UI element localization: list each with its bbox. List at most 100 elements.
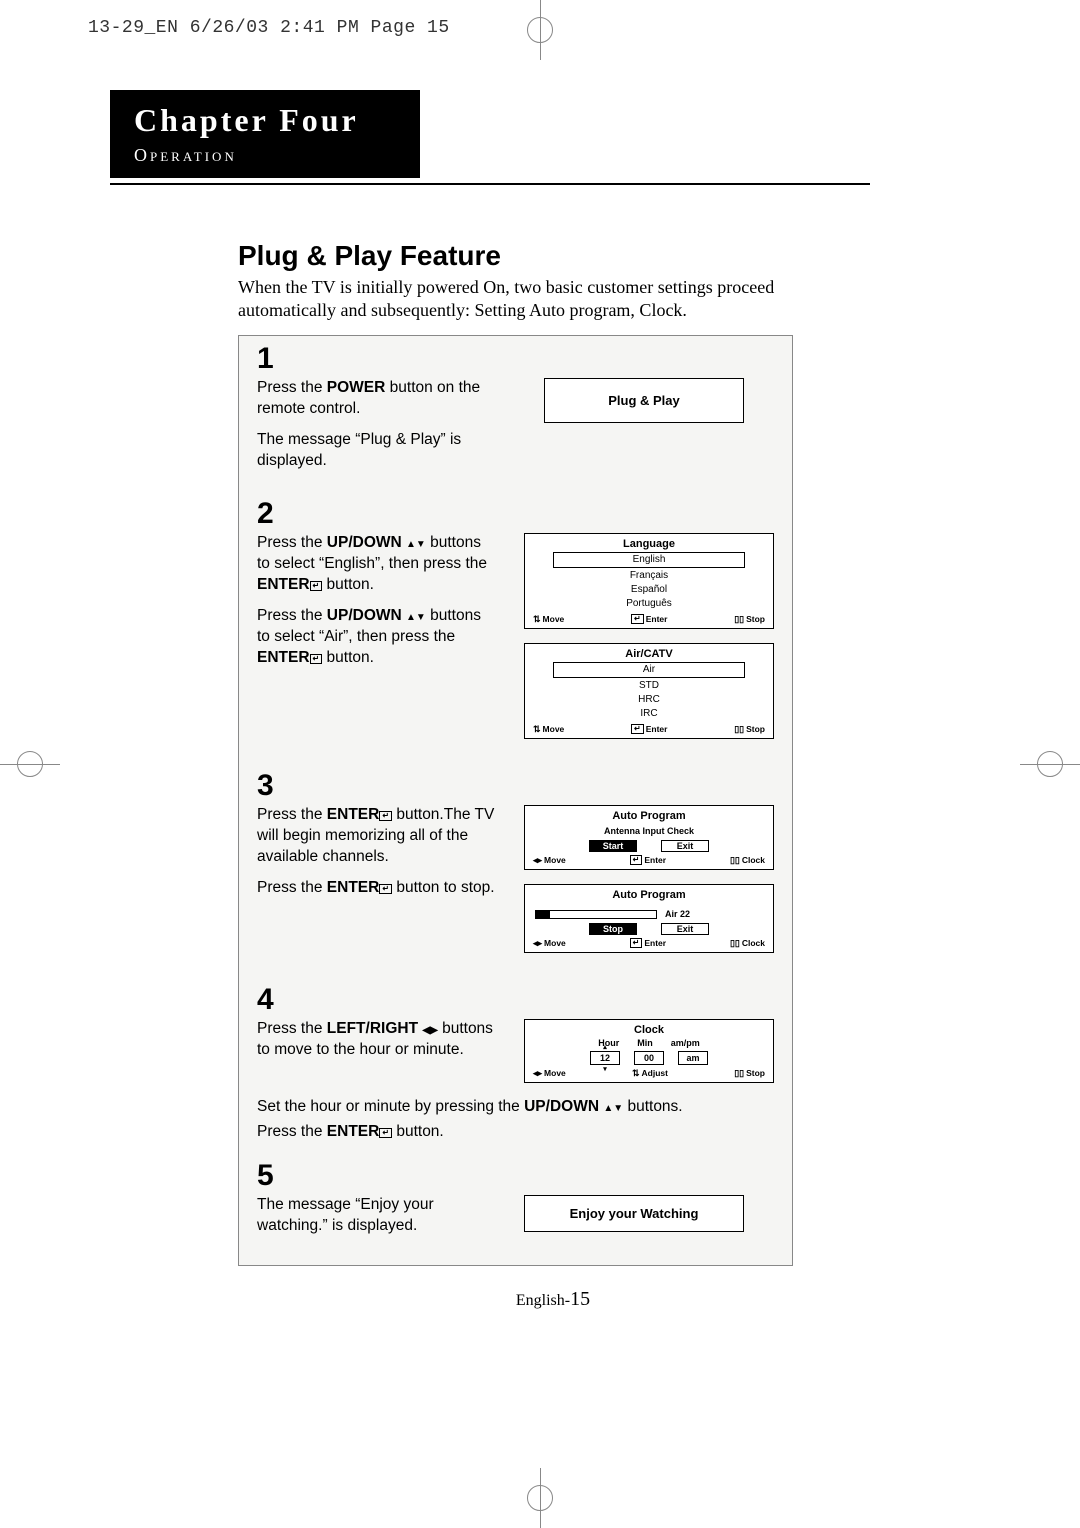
t: Adjust xyxy=(642,1068,668,1078)
enter-icon: ↵ xyxy=(379,811,392,821)
updown-icon: ⇅ xyxy=(533,614,541,624)
osd-option: HRC xyxy=(531,693,767,707)
step-text: The message “Enjoy your watching.” is di… xyxy=(257,1195,497,1247)
crop-mark-bottom xyxy=(510,1468,570,1528)
osd-auto-program-start: Auto Program Antenna Input Check Start E… xyxy=(524,805,774,870)
osd-option: Português xyxy=(531,597,767,611)
enter-icon: ↵ xyxy=(310,581,323,591)
enter-label: ENTER xyxy=(257,649,310,666)
osd-footer: ⇅Move ↵Enter ▯▯Stop xyxy=(531,614,767,625)
enter-icon: ↵ xyxy=(379,884,392,894)
leftright-icon: ◂▸ xyxy=(533,1068,542,1078)
osd-title: Auto Program xyxy=(531,889,767,901)
t: Press the xyxy=(257,607,327,624)
content-frame: Chapter Four Operation xyxy=(110,90,870,178)
t: Clock xyxy=(742,855,765,865)
t: button. xyxy=(322,649,374,666)
t: Enter xyxy=(646,614,668,624)
chapter-subtitle: Operation xyxy=(134,145,396,166)
enter-icon: ↵ xyxy=(379,1128,392,1138)
clock-col-min: Min xyxy=(637,1038,653,1048)
down-icon xyxy=(416,607,426,624)
t: Move xyxy=(543,724,565,734)
leftright-label: LEFT/RIGHT xyxy=(327,1020,418,1037)
osd-footer: ◂▸Move ↵Enter ▯▯Clock xyxy=(531,855,767,866)
scan-header: 13-29_EN 6/26/03 2:41 PM Page 15 xyxy=(88,18,450,38)
t: The message “Plug & Play” is displayed. xyxy=(257,430,497,472)
step-4: 4 Press the LEFT/RIGHT buttons to move t… xyxy=(257,985,774,1143)
steps-box: 1 Press the POWER button on the remote c… xyxy=(238,335,793,1266)
osd-button-exit: Exit xyxy=(661,840,709,852)
osd-footer: ◂▸Move ↵Enter ▯▯Clock xyxy=(531,938,767,949)
osd-title: Clock xyxy=(531,1024,767,1036)
osd-option-selected: English xyxy=(553,552,745,568)
t: Press the xyxy=(257,879,327,896)
chapter-title: Chapter Four xyxy=(134,102,396,139)
osd-footer: ⇅Move ↵Enter ▯▯Stop xyxy=(531,724,767,735)
t: Stop xyxy=(746,1068,765,1078)
t: Move xyxy=(544,855,566,865)
leftright-icon: ◂▸ xyxy=(533,938,542,948)
step-5: 5 The message “Enjoy your watching.” is … xyxy=(257,1161,774,1247)
right-icon xyxy=(430,1020,438,1037)
t: Press the xyxy=(257,534,327,551)
clock-val-hour: 12 xyxy=(590,1051,620,1065)
clock-col-ampm: am/pm xyxy=(671,1038,700,1048)
step-number: 5 xyxy=(257,1161,774,1191)
step-text: Press the POWER button on the remote con… xyxy=(257,378,497,482)
osd-subline: Antenna Input Check xyxy=(531,826,767,836)
updown-icon: ⇅ xyxy=(533,724,541,734)
main-body: Plug & Play Feature When the TV is initi… xyxy=(238,240,868,1311)
osd-option: Français xyxy=(531,569,767,583)
t: Press the xyxy=(257,1123,327,1140)
up-icon xyxy=(406,607,416,624)
page-footer: English-15 xyxy=(238,1288,868,1311)
crop-mark-right xyxy=(1020,734,1080,794)
t: Move xyxy=(544,1068,566,1078)
enter-label: ENTER xyxy=(327,879,380,896)
updown-label: UP/DOWN xyxy=(524,1098,599,1115)
osd-button-stop: Stop xyxy=(589,923,637,935)
step-number: 4 xyxy=(257,985,774,1015)
up-icon xyxy=(603,1098,613,1115)
power-label: POWER xyxy=(327,379,386,396)
clock-icon: ▯▯ xyxy=(730,855,740,865)
osd-option: STD xyxy=(531,679,767,693)
enter-label: ENTER xyxy=(327,1123,380,1140)
footer-page-number: 15 xyxy=(570,1288,590,1310)
feature-intro: When the TV is initially powered On, two… xyxy=(238,276,838,323)
stop-icon: ▯▯ xyxy=(734,724,744,734)
osd-list: English Français Español Português xyxy=(531,552,767,611)
osd-auto-program-progress: Auto Program Air 22 Stop Exit ◂▸Move xyxy=(524,884,774,953)
osd-list: Air STD HRC IRC xyxy=(531,662,767,721)
step-3: 3 Press the ENTER↵ button.The TV will be… xyxy=(257,771,774,967)
clock-col-hour: Hour xyxy=(598,1038,619,1048)
leftright-icon: ◂▸ xyxy=(533,855,542,865)
step-number: 3 xyxy=(257,771,774,801)
t: button to stop. xyxy=(392,879,495,896)
osd-title: Auto Program xyxy=(531,810,767,822)
step-text: Set the hour or minute by pressing the U… xyxy=(257,1097,774,1143)
down-icon xyxy=(416,534,426,551)
osd-option-selected: Air xyxy=(553,662,745,678)
t: Stop xyxy=(746,614,765,624)
step-text: Press the LEFT/RIGHT buttons to move to … xyxy=(257,1019,497,1065)
osd-button-start: Start xyxy=(589,840,637,852)
enter-label: ENTER xyxy=(327,806,380,823)
t: Press the xyxy=(257,379,327,396)
t: Enter xyxy=(646,724,668,734)
t: Stop xyxy=(746,724,765,734)
t: Press the xyxy=(257,806,327,823)
osd-button-exit: Exit xyxy=(661,923,709,935)
t: button. xyxy=(392,1123,444,1140)
crop-mark-left xyxy=(0,734,60,794)
enter-icon: ↵ xyxy=(631,614,644,624)
osd-enjoy: Enjoy your Watching xyxy=(524,1195,744,1232)
t: Move xyxy=(543,614,565,624)
down-icon xyxy=(613,1098,623,1115)
t: Enter xyxy=(644,855,666,865)
stop-icon: ▯▯ xyxy=(734,1068,744,1078)
osd-language: Language English Français Español Portug… xyxy=(524,533,774,629)
updown-label: UP/DOWN xyxy=(327,607,402,624)
step-text: Press the UP/DOWN buttons to select “Eng… xyxy=(257,533,497,679)
